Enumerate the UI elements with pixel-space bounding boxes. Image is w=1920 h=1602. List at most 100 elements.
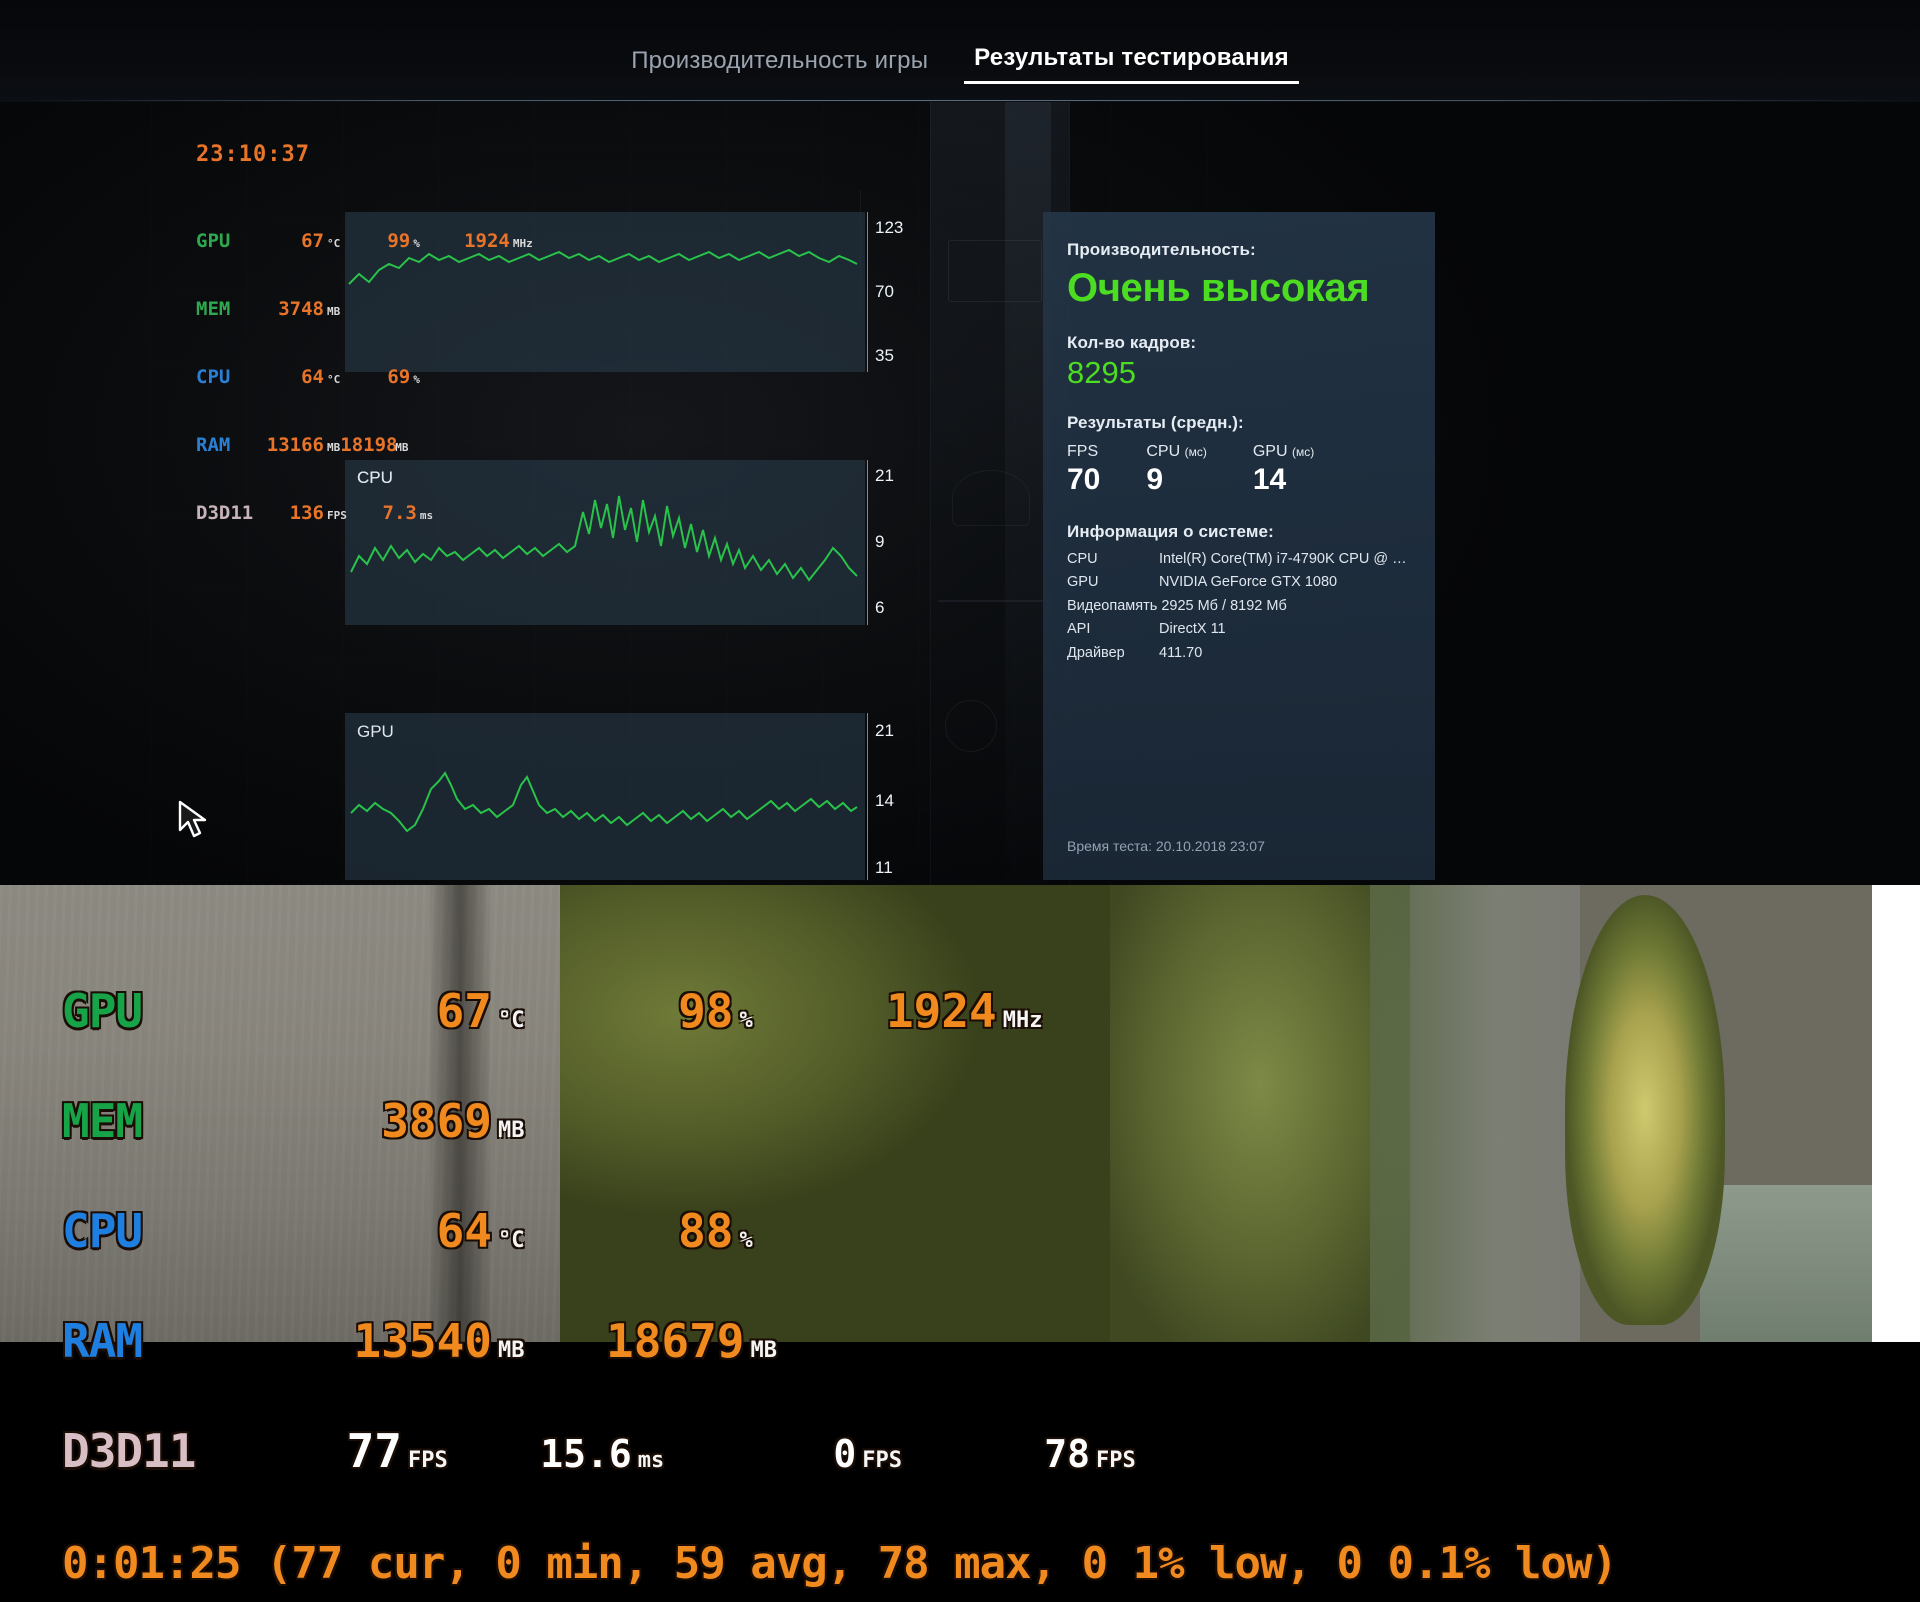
osd-fps-unit: FPS [327, 509, 347, 522]
osd-big-label-ram: RAM [62, 1314, 143, 1368]
osd-label-mem: MEM [196, 298, 231, 320]
graph-gpu-axis: 21 14 11 [867, 713, 927, 880]
osd-big-row-gpu: GPU 67 °C 98 % 1924 MHz [62, 988, 1617, 1050]
avg-fps: FPS 70 [1067, 443, 1100, 496]
sysinfo-gpu-key: GPU [1067, 574, 1099, 591]
osd-big-fps-max: 78 [1044, 1432, 1090, 1476]
osd-ram-used-unit: MB [327, 441, 341, 454]
graph-fps-tick-mid: 70 [875, 282, 894, 301]
graph-fps-tick-min: 35 [875, 346, 894, 365]
osd-gpu-load-unit: % [413, 237, 420, 250]
osd-big-frametime: 15.6 [540, 1432, 632, 1476]
graph-cpu-tick-max: 21 [875, 466, 894, 485]
osd-row-ram: RAM 13166 MB 18198 MB [196, 436, 533, 456]
sysinfo-row-api: API DirectX 11 [1067, 618, 1411, 641]
sysinfo-api-value: DirectX 11 [1159, 621, 1226, 638]
sysinfo-driver-value: 411.70 [1159, 644, 1203, 661]
graph-gpu-tick-max: 21 [875, 721, 894, 740]
graph-cpu-tick-mid: 9 [875, 532, 885, 551]
sysinfo-api-key: API [1067, 621, 1091, 638]
graph-fps-axis: 123 70 35 [867, 212, 927, 372]
osd-ram-used: 13166 [266, 434, 324, 456]
osd-big-row-ram: RAM 13540 MB 18679 MB [62, 1318, 1617, 1380]
osd-label-api: D3D11 [196, 502, 254, 524]
avg-gpu-key: GPU (мс) [1252, 443, 1315, 460]
osd-big-cpu-load: 88 [678, 1204, 734, 1258]
osd-big-ram-used-unit: MB [498, 1338, 525, 1363]
osd-overlay-top: 23:10:37 GPU 67 °C 99 % 1924 MHz MEM 374… [196, 112, 533, 556]
osd-frametime-unit: ms [419, 509, 434, 522]
osd-gpu-clock-unit: MHz [512, 237, 533, 250]
benchmark-results-screen: Производительность игры Результаты тести… [0, 0, 1920, 885]
sysinfo-cpu-key: CPU [1067, 551, 1098, 567]
osd-big-gpu-clock-unit: MHz [1002, 1008, 1043, 1033]
osd-big-cpu-temp: 64 [436, 1204, 492, 1258]
osd-big-mem-used: 3869 [381, 1094, 492, 1148]
mouse-cursor [178, 800, 207, 838]
avg-cpu-key: CPU (мс) [1146, 443, 1207, 460]
osd-big-gpu-load-unit: % [739, 1008, 753, 1033]
osd-ram-total: 18198 [340, 434, 398, 456]
osd-big-summary: 0:01:25 (77 cur, 0 min, 59 avg, 78 max, … [62, 1538, 1618, 1589]
osd-label-ram: RAM [196, 434, 231, 456]
graph-gpu [345, 713, 865, 880]
avg-fps-key: FPS [1067, 443, 1099, 460]
avg-fps-value: 70 [1067, 463, 1101, 496]
osd-big-fps-min: 0 [833, 1432, 857, 1476]
osd-clock: 23:10:37 [196, 142, 310, 167]
osd-fps: 136 [289, 502, 324, 524]
osd-gpu-clock: 1924 [464, 230, 510, 252]
graph-gpu-tick-min: 11 [875, 858, 893, 877]
osd-row-mem: MEM 3748 MB [196, 300, 533, 320]
osd-label-gpu: GPU [196, 230, 231, 252]
tab-bar: Производительность игры Результаты тести… [0, 0, 1920, 102]
tab-benchmark-results[interactable]: Результаты тестирования [964, 44, 1299, 84]
osd-big-fps-min-unit: FPS [862, 1448, 902, 1473]
osd-big-row-mem: MEM 3869 MB [62, 1098, 1617, 1160]
graph-gpu-label: GPU [357, 722, 394, 741]
osd-big-row-cpu: CPU 64 °C 88 % [62, 1208, 1617, 1270]
results-avg-label: Результаты (средн.): [1067, 413, 1244, 432]
screen-edge [1872, 885, 1920, 1342]
tab-bar-divider [0, 100, 1920, 101]
graph-gpu-plot [350, 771, 858, 833]
sysinfo-row-driver: Драйвер 411.70 [1067, 642, 1411, 665]
osd-big-cpu-temp-unit: °C [498, 1228, 525, 1253]
performance-label: Производительность: [1067, 240, 1256, 259]
osd-row-gpu: GPU 67 °C 99 % 1924 MHz [196, 232, 533, 252]
graph-gpu-tick-mid: 14 [875, 791, 894, 810]
performance-verdict: Очень высокая [1067, 266, 1370, 310]
osd-big-mem-unit: MB [498, 1118, 525, 1143]
graph-cpu-tick-min: 6 [875, 598, 885, 617]
sysinfo-row-cpu: CPU Intel(R) Core(TM) i7-4790K CPU @ 4.0… [1067, 548, 1411, 571]
tab-game-performance[interactable]: Производительность игры [621, 47, 938, 84]
hieroglyph-decoration [938, 600, 1048, 602]
osd-big-label-api: D3D11 [62, 1424, 196, 1478]
osd-cpu-load-unit: % [413, 373, 420, 386]
graph-fps-tick-max: 123 [875, 218, 904, 237]
osd-big-gpu-load: 98 [678, 984, 734, 1038]
osd-big-ram-total: 18679 [606, 1314, 745, 1368]
avg-gpu-value: 14 [1252, 463, 1287, 496]
osd-big-frametime-unit: ms [637, 1448, 665, 1473]
osd-frametime: 7.3 [382, 502, 417, 524]
osd-big-label-cpu: CPU [62, 1204, 143, 1258]
sysinfo-driver-key: Драйвер [1067, 644, 1125, 661]
averages-row: FPS 70 CPU (мс) 9 GPU (мс) 14 [1067, 443, 1411, 496]
sysinfo-vram: Видеопамять 2925 Мб / 8192 Мб [1067, 597, 1287, 614]
osd-gpu-load: 99 [387, 230, 411, 252]
osd-big-fps-max-unit: FPS [1096, 1448, 1136, 1473]
osd-gpu-temp: 67 [301, 230, 324, 252]
osd-overlay-bottom: GPU 67 °C 98 % 1924 MHz MEM 3869 MB CPU … [62, 940, 1618, 1602]
frames-value: 8295 [1067, 355, 1136, 390]
osd-big-label-gpu: GPU [62, 984, 143, 1038]
osd-mem-used: 3748 [278, 298, 324, 320]
osd-big-gpu-clock: 1924 [885, 984, 997, 1038]
sysinfo-gpu-value: NVIDIA GeForce GTX 1080 [1159, 574, 1338, 591]
hieroglyph-decoration [952, 470, 1030, 526]
sysinfo-row-gpu: GPU NVIDIA GeForce GTX 1080 [1067, 571, 1411, 594]
osd-big-gpu-temp-unit: °C [498, 1008, 525, 1033]
osd-mem-unit: MB [327, 305, 341, 318]
osd-big-ram-used: 13540 [353, 1314, 492, 1368]
osd-row-api: D3D11 136 FPS 7.3 ms [196, 504, 533, 524]
